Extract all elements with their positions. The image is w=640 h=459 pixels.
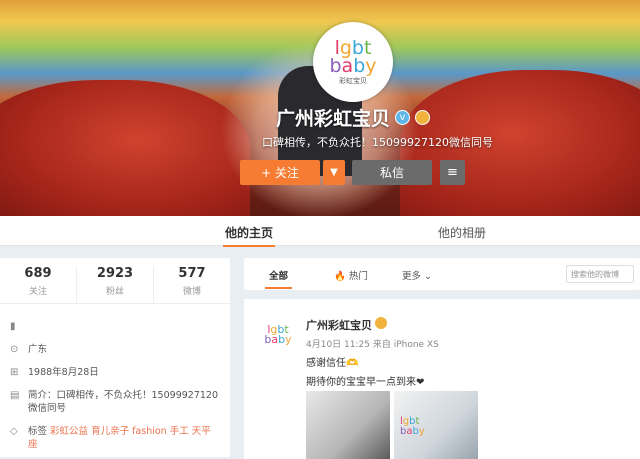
bio-icon: ▤	[10, 390, 20, 401]
filter-more[interactable]: 更多 ⌄	[402, 268, 432, 282]
profile-avatar[interactable]: lgbt baby 彩虹宝贝	[313, 22, 393, 102]
stat-fans-label: 粉丝	[105, 287, 124, 297]
filter-hot[interactable]: 🔥 热门	[334, 268, 368, 282]
follow-button[interactable]: + 关注	[240, 160, 320, 185]
birthday-icon: ⊞	[10, 367, 19, 378]
bio-text: 简介：口碑相传，不负众托！15099927120微信同号	[28, 390, 219, 414]
profile-sidebar: 689 关注 2923 粉丝 577 微博 ▮ ⊙ 广东 ⊞ 1988年8月28日 …	[0, 258, 230, 457]
profile-name-row: 广州彩虹宝贝 v	[276, 104, 431, 131]
location-text: 广东	[28, 344, 48, 355]
post-image-2[interactable]: lgbt baby	[394, 391, 478, 459]
banner-sofa-left	[0, 80, 250, 216]
menu-icon: ≡	[447, 165, 458, 180]
post-author[interactable]: 广州彩虹宝贝	[306, 317, 372, 333]
stat-following[interactable]: 689 关注	[0, 266, 77, 303]
stat-following-label: 关注	[28, 287, 47, 297]
profile-tabs: 他的主页 他的相册	[0, 216, 640, 247]
filter-all[interactable]: 全部	[264, 268, 293, 289]
stats-row: 689 关注 2923 粉丝 577 微博	[0, 258, 230, 304]
stat-following-count: 689	[24, 266, 52, 281]
tag-icon: ◇	[10, 426, 18, 437]
search-input[interactable]: 搜索他的微博	[566, 265, 634, 283]
location-icon: ⊙	[10, 344, 19, 355]
stat-posts[interactable]: 577 微博	[154, 266, 230, 303]
member-badge-icon[interactable]	[375, 317, 387, 329]
post-avatar[interactable]: lgbt baby	[258, 315, 298, 355]
tag-links[interactable]: 彩虹公益 育儿亲子 fashion 手工 天平座	[28, 426, 211, 450]
post-logo-line-2: baby	[264, 333, 292, 346]
profile-name: 广州彩虹宝贝	[276, 108, 391, 130]
stat-fans[interactable]: 2923 粉丝	[77, 266, 154, 303]
info-location: ⊙ 广东	[10, 343, 220, 356]
profile-intro: 口碑相传，不负众托！15099927120微信同号	[262, 136, 493, 149]
birthday-text: 1988年8月28日	[28, 367, 99, 378]
stat-fans-count: 2923	[96, 266, 134, 281]
verified-icon[interactable]: v	[395, 110, 411, 125]
level-icon: ▮	[10, 321, 16, 332]
post-image-1[interactable]	[306, 391, 390, 459]
feed-column: 全部 🔥 热门 更多 ⌄ 搜索他的微博 lgbt baby 广州彩虹宝贝 4月1…	[244, 258, 640, 459]
profile-banner: lgbt baby 彩虹宝贝 广州彩虹宝贝 v 口碑相传，不负众托！150999…	[0, 0, 640, 216]
stat-posts-count: 577	[178, 266, 206, 281]
info-tags: ◇ 标签 彩虹公益 育儿亲子 fashion 手工 天平座	[10, 425, 220, 451]
stat-posts-label: 微博	[182, 287, 201, 297]
chevron-down-icon: ⌄	[424, 271, 433, 282]
post-text-line-1: 感谢信任🫶	[306, 358, 359, 369]
hot-icon: 🔥	[334, 271, 346, 282]
logo-line-2: baby	[329, 54, 377, 77]
member-badge-icon[interactable]	[415, 110, 431, 125]
logo-caption: 彩虹宝贝	[339, 76, 367, 85]
post-timestamp[interactable]: 4月10日 11:25 来自 iPhone XS	[306, 337, 439, 350]
tags-text: 标签 彩虹公益 育儿亲子 fashion 手工 天平座	[28, 426, 211, 450]
profile-info: ▮ ⊙ 广东 ⊞ 1988年8月28日 ▤ 简介：口碑相传，不负众托！15099927…	[0, 304, 230, 457]
post-text-line-2: 期待你的宝宝早一点到来❤	[306, 377, 425, 388]
tab-home[interactable]: 他的主页	[222, 224, 276, 247]
info-birthday: ⊞ 1988年8月28日	[10, 366, 220, 379]
image-logo-line-2: baby	[400, 426, 425, 437]
message-button[interactable]: 私信	[352, 160, 432, 185]
info-level: ▮	[10, 320, 220, 333]
more-options-button[interactable]: ≡	[440, 160, 465, 185]
info-bio: ▤ 简介：口碑相传，不负众托！15099927120微信同号	[10, 389, 220, 415]
tab-album[interactable]: 他的相册	[438, 224, 486, 241]
caret-down-icon: ▼	[330, 167, 338, 178]
feed-filter-bar: 全部 🔥 热门 更多 ⌄ 搜索他的微博	[244, 258, 640, 290]
feed-post: lgbt baby 广州彩虹宝贝 4月10日 11:25 来自 iPhone X…	[244, 299, 640, 459]
follow-dropdown-button[interactable]: ▼	[323, 160, 345, 185]
